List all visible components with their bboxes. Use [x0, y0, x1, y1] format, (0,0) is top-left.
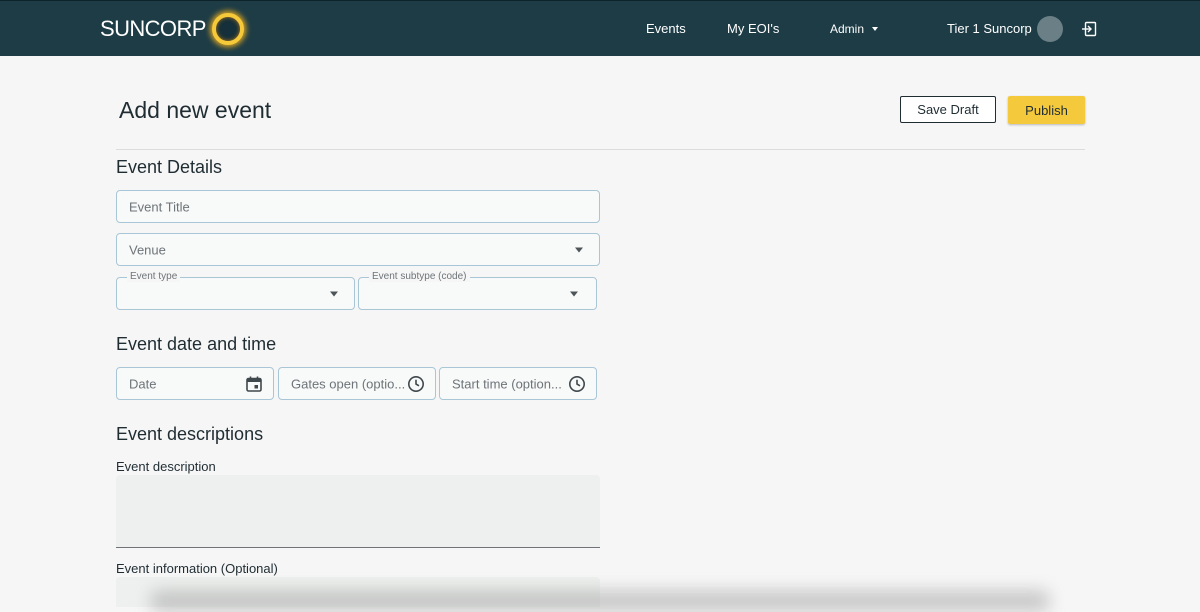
- nav-my-eois[interactable]: My EOI's: [727, 21, 779, 36]
- event-type-select[interactable]: Event type: [116, 271, 355, 310]
- chevron-down-icon: [330, 291, 338, 296]
- suncorp-logo[interactable]: SUNCORP: [100, 13, 244, 45]
- bottom-shadow: [150, 590, 1050, 612]
- save-draft-button[interactable]: Save Draft: [900, 96, 996, 123]
- start-time-input[interactable]: Start time (option...: [439, 367, 597, 400]
- logo-ring-icon: [211, 13, 244, 45]
- nav-admin-dropdown[interactable]: Admin: [830, 22, 879, 36]
- event-subtype-label: Event subtype (code): [369, 271, 470, 282]
- gates-open-input[interactable]: Gates open (optio...: [278, 367, 436, 400]
- event-title-input[interactable]: Event Title: [116, 190, 600, 223]
- event-description-label: Event description: [116, 459, 216, 474]
- date-placeholder: Date: [129, 376, 157, 391]
- event-title-placeholder: Event Title: [129, 199, 190, 214]
- divider: [116, 149, 1085, 150]
- chevron-down-icon: [575, 247, 583, 252]
- event-descriptions-heading: Event descriptions: [116, 424, 264, 444]
- date-input[interactable]: Date: [116, 367, 274, 400]
- event-date-time-heading: Event date and time: [116, 334, 277, 354]
- clock-icon[interactable]: [568, 375, 586, 393]
- logo-text: SUNCORP: [100, 16, 206, 41]
- event-description-textarea[interactable]: [116, 475, 600, 548]
- start-time-placeholder: Start time (option...: [452, 376, 562, 391]
- venue-select[interactable]: Venue: [116, 233, 600, 266]
- user-name: Tier 1 Suncorp: [947, 21, 1032, 36]
- venue-placeholder: Venue: [129, 242, 166, 257]
- event-subtype-select[interactable]: Event subtype (code): [358, 271, 597, 310]
- avatar[interactable]: [1037, 16, 1063, 42]
- gates-open-placeholder: Gates open (optio...: [291, 376, 406, 391]
- page-title: Add new event: [119, 97, 272, 123]
- nav-events[interactable]: Events: [646, 21, 686, 36]
- logout-icon[interactable]: [1081, 21, 1097, 37]
- publish-button[interactable]: Publish: [1008, 96, 1085, 124]
- clock-icon[interactable]: [407, 375, 425, 393]
- event-information-label: Event information (Optional): [116, 561, 278, 576]
- chevron-down-icon: [570, 291, 578, 296]
- event-type-label: Event type: [127, 271, 181, 282]
- event-details-heading: Event Details: [116, 157, 223, 177]
- nav-admin-label: Admin: [830, 22, 865, 36]
- chevron-down-icon: [872, 27, 879, 31]
- calendar-icon[interactable]: [245, 375, 263, 393]
- top-bar: SUNCORP Events My EOI's Admin Tier 1 Sun…: [0, 0, 1200, 56]
